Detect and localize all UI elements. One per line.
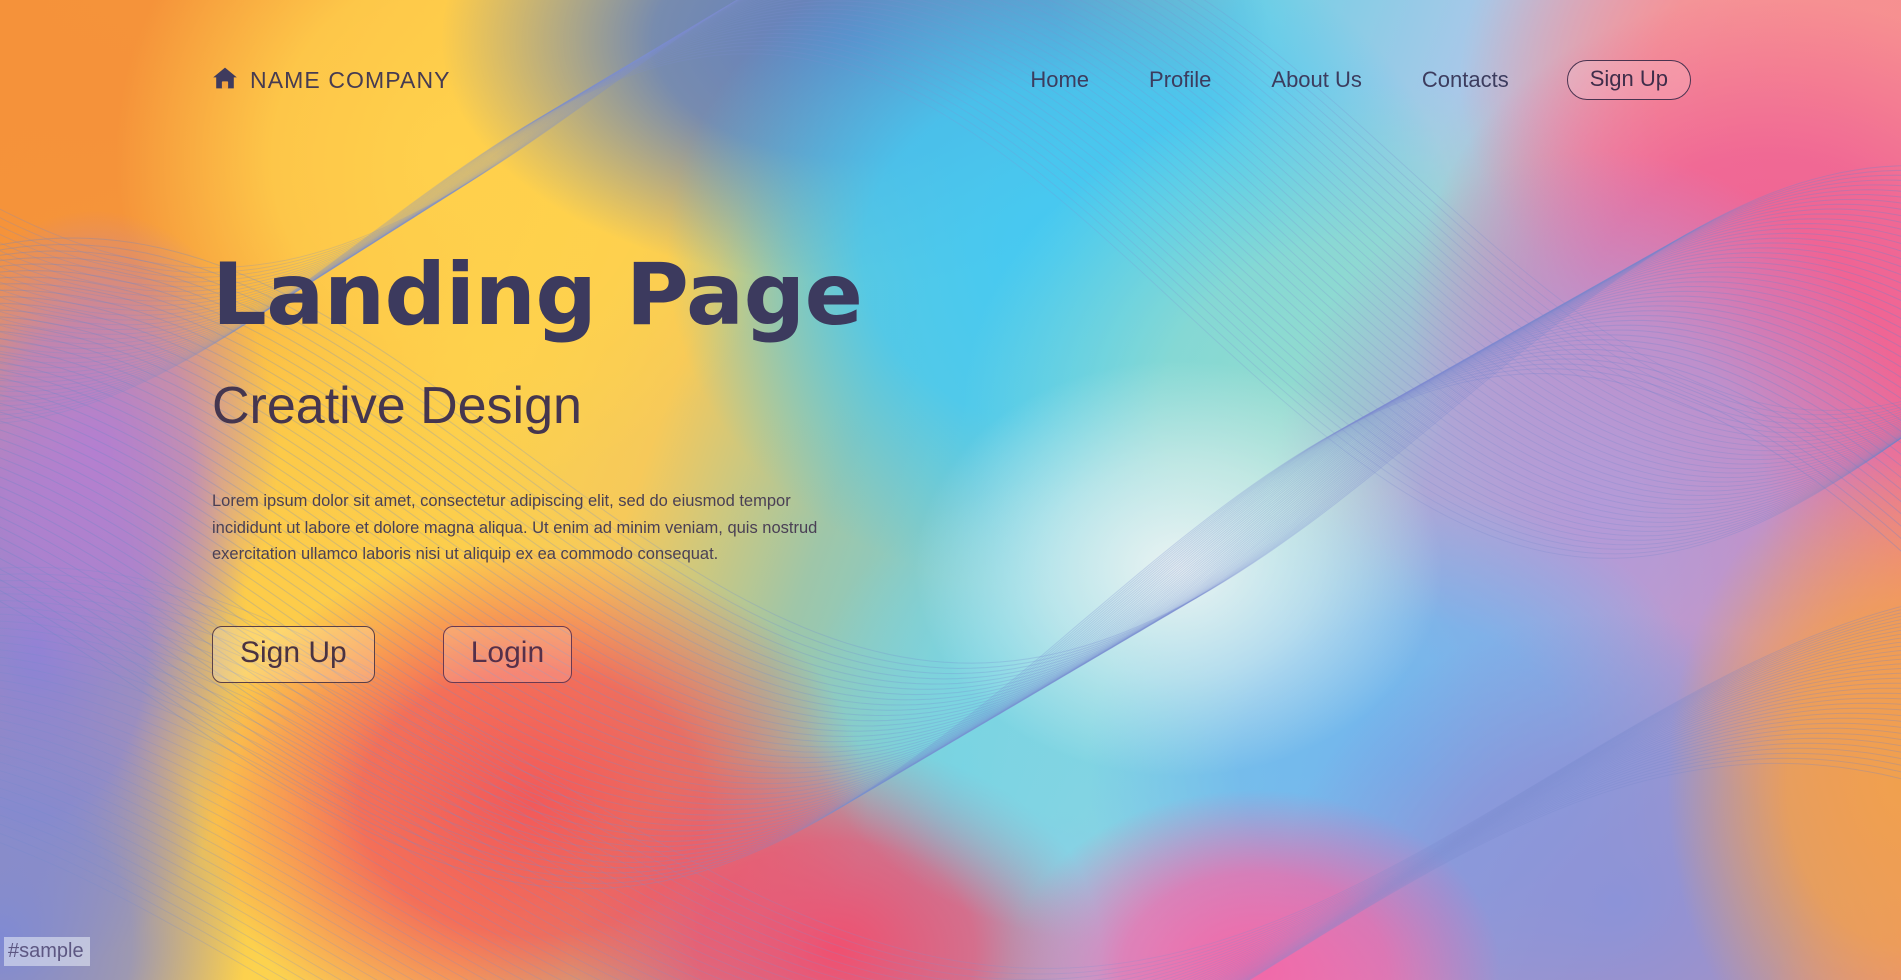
main-navigation: Home Profile About Us Contacts Sign Up [1000,60,1691,100]
hero-sign-up-button[interactable]: Sign Up [212,626,375,684]
page-subtitle: Creative Design [212,377,582,435]
hero-action-buttons: Sign Up Login [212,626,972,684]
hero-section: Landing Page Creative Design Lorem ipsum… [212,245,972,684]
nav-link-contacts[interactable]: Contacts [1392,67,1539,93]
landing-page-root: NAME COMPANY Home Profile About Us Conta… [0,0,1901,980]
page-title: Landing Page [212,245,863,345]
brand-name-label: NAME COMPANY [250,66,451,93]
nav-link-profile[interactable]: Profile [1119,67,1241,93]
hero-login-button[interactable]: Login [442,626,573,684]
brand-logo[interactable]: NAME COMPANY [212,66,451,95]
home-icon [212,66,238,95]
header-sign-up-button[interactable]: Sign Up [1566,60,1691,100]
nav-link-about-us[interactable]: About Us [1241,67,1392,93]
nav-link-home[interactable]: Home [1000,67,1119,93]
hero-description-text: Lorem ipsum dolor sit amet, consectetur … [212,492,818,564]
watermark-label: #sample [4,937,90,966]
site-header: NAME COMPANY Home Profile About Us Conta… [0,0,1901,160]
